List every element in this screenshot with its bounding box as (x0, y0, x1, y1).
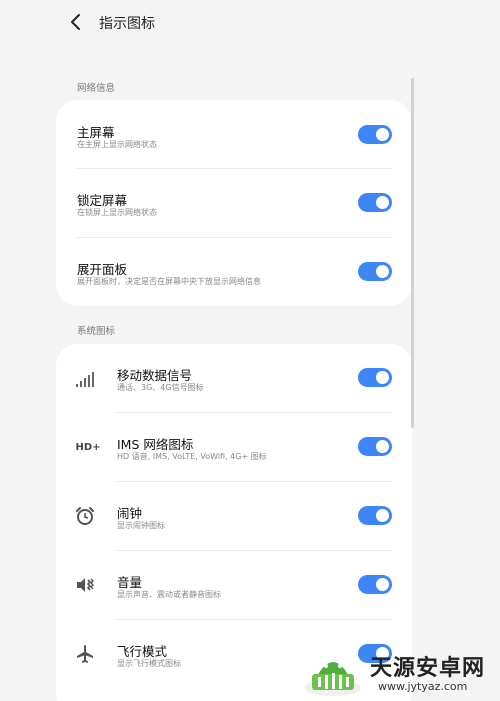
lock-screen-toggle[interactable] (358, 193, 392, 212)
setting-subtitle: 显示飞行模式图标 (117, 659, 181, 668)
setting-subtitle: HD 语音, IMS, VoLTE, VoWifi, 4G+ 图标 (117, 452, 267, 461)
setting-row-mobile-signal[interactable]: 移动数据信号 通话、3G、4G信号图标 (56, 344, 412, 413)
expand-panel-toggle[interactable] (358, 262, 392, 281)
setting-subtitle: 显示声音、震动或者静音图标 (117, 590, 221, 599)
signal-bars-icon (72, 366, 98, 392)
setting-subtitle: 通话、3G、4G信号图标 (117, 383, 204, 392)
home-screen-toggle[interactable] (358, 125, 392, 144)
android-logo-icon (305, 662, 361, 696)
hd-plus-label: HD+ (75, 441, 101, 453)
section-label-system: 系统图标 (77, 326, 116, 337)
page-title: 指示图标 (99, 16, 155, 32)
hd-plus-icon: HD+ (72, 434, 104, 460)
ims-toggle[interactable] (358, 437, 392, 456)
setting-subtitle: 在锁屏上显示网络状态 (77, 208, 157, 217)
setting-row-home-screen[interactable]: 主屏幕 在主屏上显示网络状态 (56, 100, 412, 169)
scrollbar[interactable] (411, 78, 414, 428)
setting-row-volume[interactable]: 音量 显示声音、震动或者静音图标 (56, 551, 412, 620)
setting-row-expand-panel[interactable]: 展开面板 展开面板时，决定是否在屏幕中央下放显示网络信息 (56, 238, 412, 306)
setting-subtitle: 在主屏上显示网络状态 (77, 140, 157, 149)
airplane-icon (72, 641, 98, 667)
alarm-clock-icon (72, 503, 98, 529)
chevron-left-icon (71, 14, 80, 30)
volume-vibrate-icon (72, 572, 98, 598)
network-card: 主屏幕 在主屏上显示网络状态 锁定屏幕 在锁屏上显示网络状态 展开面板 展开面板… (56, 100, 412, 306)
setting-row-ims[interactable]: HD+ IMS 网络图标 HD 语音, IMS, VoLTE, VoWifi, … (56, 413, 412, 482)
mobile-signal-toggle[interactable] (358, 368, 392, 387)
watermark-title: 天源安卓网 (370, 656, 486, 681)
section-label-network: 网络信息 (77, 83, 116, 94)
setting-subtitle: 显示闹钟图标 (117, 521, 165, 530)
watermark: 天源安卓网 www.jytyaz.com (300, 640, 500, 701)
setting-row-lock-screen[interactable]: 锁定屏幕 在锁屏上显示网络状态 (56, 169, 412, 238)
top-app-bar: 指示图标 (0, 0, 500, 46)
back-button[interactable] (64, 10, 88, 34)
alarm-toggle[interactable] (358, 506, 392, 525)
setting-row-alarm[interactable]: 闹钟 显示闹钟图标 (56, 482, 412, 551)
watermark-url: www.jytyaz.com (378, 680, 468, 693)
setting-subtitle: 展开面板时，决定是否在屏幕中央下放显示网络信息 (77, 277, 261, 286)
volume-toggle[interactable] (358, 575, 392, 594)
